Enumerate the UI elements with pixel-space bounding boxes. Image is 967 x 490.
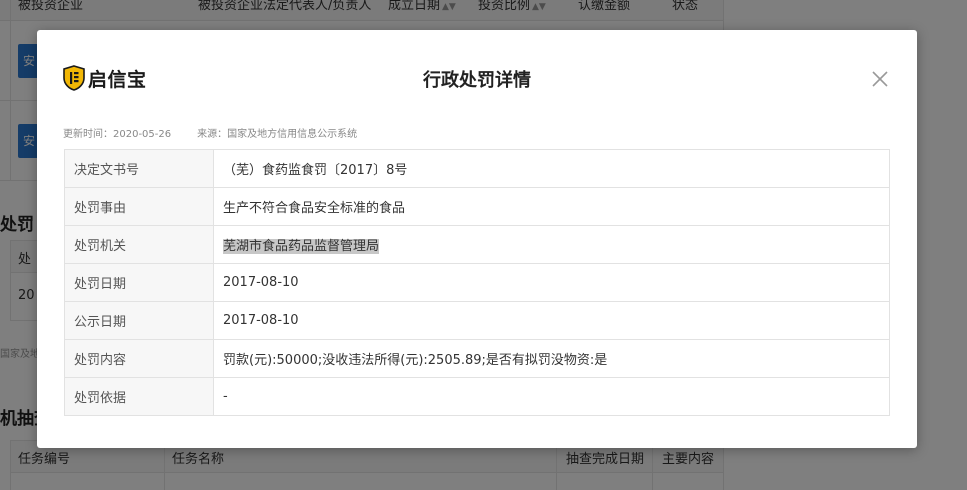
row-value-decision-no: （芜）食药监食罚〔2017〕8号 [213, 149, 890, 188]
row-value-publish-date: 2017-08-10 [213, 301, 890, 340]
row-value-penalty-date: 2017-08-10 [213, 263, 890, 302]
table-row: 处罚内容 罚款(元):50000;没收违法所得(元):2505.89;是否有拟罚… [64, 339, 890, 378]
row-label-reason: 处罚事由 [64, 187, 214, 226]
update-time: 更新时间：2020-05-26 [63, 129, 172, 140]
row-value-basis: - [213, 377, 890, 416]
row-label-basis: 处罚依据 [64, 377, 214, 416]
row-label-content: 处罚内容 [64, 339, 214, 378]
table-row: 处罚机关 芜湖市食品药品监督管理局 [64, 225, 890, 264]
table-row: 处罚依据 - [64, 377, 890, 416]
penalty-detail-modal: 启信宝 行政处罚详情 更新时间：2020-05-26 来源：国家及地方信用信息公… [37, 30, 917, 448]
row-label-penalty-date: 处罚日期 [64, 263, 214, 302]
row-label-decision-no: 决定文书号 [64, 149, 214, 188]
source-info: 来源：国家及地方信用信息公示系统 [197, 129, 358, 140]
modal-title: 行政处罚详情 [423, 70, 531, 91]
row-value-content: 罚款(元):50000;没收违法所得(元):2505.89;是否有拟罚没物资:是 [213, 339, 890, 378]
meta-info: 更新时间：2020-05-26 来源：国家及地方信用信息公示系统 [63, 125, 357, 140]
table-row: 决定文书号 （芜）食药监食罚〔2017〕8号 [64, 149, 890, 188]
row-value-reason: 生产不符合食品安全标准的食品 [213, 187, 890, 226]
row-label-publish-date: 公示日期 [64, 301, 214, 340]
table-row: 处罚日期 2017-08-10 [64, 263, 890, 302]
table-row: 公示日期 2017-08-10 [64, 301, 890, 340]
row-value-authority: 芜湖市食品药品监督管理局 [213, 225, 890, 264]
penalty-detail-table: 决定文书号 （芜）食药监食罚〔2017〕8号 处罚事由 生产不符合食品安全标准的… [64, 149, 890, 416]
row-label-authority: 处罚机关 [64, 225, 214, 264]
close-icon[interactable] [871, 70, 889, 88]
table-row: 处罚事由 生产不符合食品安全标准的食品 [64, 187, 890, 226]
selected-authority-text: 芜湖市食品药品监督管理局 [223, 239, 380, 254]
